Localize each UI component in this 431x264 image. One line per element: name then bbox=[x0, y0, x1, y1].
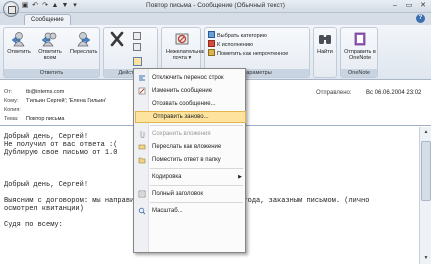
title-bar: ▣ ↶ ↷ ▲ ▼ ▾ Повтор письма - Сообщение (О… bbox=[0, 0, 431, 17]
send-to-onenote-button[interactable]: Отправить в OneNote bbox=[344, 31, 376, 61]
cc-label: Копия: bbox=[4, 107, 21, 113]
reply-icon bbox=[11, 32, 25, 47]
delete-button[interactable] bbox=[106, 31, 128, 49]
menu-item-edit-message[interactable]: Изменить сообщение bbox=[135, 85, 246, 97]
envelope-icon bbox=[208, 49, 215, 56]
group-onenote-label: OneNote bbox=[341, 69, 377, 77]
group-respond: Ответить Ответить всем Переслать Ответит… bbox=[3, 27, 100, 78]
reply-button[interactable]: Ответить bbox=[6, 31, 32, 55]
forward-button[interactable]: Переслать bbox=[70, 31, 97, 55]
subject-label: Тема: bbox=[4, 116, 19, 122]
sent-value: Вс 06.06.2004 23:02 bbox=[366, 90, 422, 96]
folder-icon bbox=[138, 157, 146, 164]
from-label: От: bbox=[4, 89, 13, 95]
reply-all-icon bbox=[42, 32, 57, 47]
office-button[interactable] bbox=[3, 1, 19, 17]
menu-item-encoding[interactable]: Кодировка ▶ bbox=[135, 171, 246, 183]
group-respond-label: Ответить bbox=[4, 69, 99, 77]
junk-mail-icon bbox=[175, 33, 189, 45]
forward-icon bbox=[77, 32, 91, 47]
scroll-up-icon[interactable]: ▲ bbox=[421, 128, 431, 137]
maximize-button[interactable]: ▭ bbox=[403, 1, 415, 11]
menu-item-save-attachments: Сохранить вложения bbox=[135, 128, 246, 140]
word-wrap-icon bbox=[139, 75, 145, 81]
header-icon bbox=[138, 190, 146, 198]
menu-item-full-header[interactable]: Полный заголовок bbox=[135, 188, 246, 200]
group-find: Найти bbox=[313, 27, 337, 78]
ribbon-tab-row: Сообщение ? bbox=[0, 13, 431, 25]
menu-item-resend[interactable]: Отправить заново... bbox=[135, 111, 246, 123]
scroll-thumb[interactable] bbox=[421, 141, 431, 201]
menu-item-reply-folder[interactable]: Поместить ответ в папку bbox=[135, 154, 246, 166]
paperclip-icon bbox=[140, 131, 145, 138]
junk-dropdown-arrow: ▾ bbox=[188, 55, 192, 61]
scroll-down-icon[interactable]: ▼ bbox=[421, 254, 431, 263]
flag-icon bbox=[208, 40, 215, 47]
group-onenote: Отправить в OneNote OneNote bbox=[340, 27, 378, 78]
other-actions-button[interactable] bbox=[133, 57, 142, 66]
other-actions-menu: Отключить перенос строк Изменить сообщен… bbox=[133, 68, 246, 253]
find-button[interactable]: Найти bbox=[314, 31, 336, 55]
menu-item-zoom[interactable]: Масштаб... bbox=[135, 205, 246, 217]
menu-separator bbox=[150, 185, 243, 186]
categorize-icon bbox=[208, 31, 215, 38]
binoculars-icon bbox=[319, 35, 331, 44]
submenu-arrow-icon: ▶ bbox=[238, 174, 242, 180]
minimize-button[interactable]: – bbox=[389, 1, 401, 11]
tab-message[interactable]: Сообщение bbox=[24, 14, 71, 25]
reply-all-button[interactable]: Ответить всем bbox=[37, 31, 63, 61]
from-value[interactable]: tb@intems.com bbox=[26, 89, 64, 95]
delete-icon bbox=[110, 31, 124, 47]
menu-separator bbox=[150, 125, 243, 126]
rules-icon[interactable] bbox=[133, 43, 141, 51]
sent-label: Отправлено: bbox=[316, 90, 352, 96]
window-title: Повтор письма - Сообщение (Обычный текст… bbox=[146, 2, 285, 9]
mark-unread-button[interactable]: Пометить как непрочтенное bbox=[208, 49, 288, 58]
vertical-scrollbar[interactable]: ▲ ▼ bbox=[419, 127, 431, 264]
menu-item-recall-message[interactable]: Отозвать сообщение... bbox=[135, 98, 246, 110]
categorize-button[interactable]: Выбрать категорию bbox=[208, 31, 267, 40]
zoom-icon bbox=[138, 207, 146, 215]
junk-mail-button[interactable]: Нежелательная почта ▾ bbox=[166, 31, 206, 61]
menu-separator bbox=[150, 202, 243, 203]
to-label: Кому: bbox=[4, 98, 19, 104]
menu-item-word-wrap[interactable]: Отключить перенос строк bbox=[135, 72, 246, 84]
onenote-icon bbox=[354, 32, 366, 46]
to-value[interactable]: 'Гильин Сергей'; 'Елена Гильин' bbox=[26, 98, 106, 104]
menu-separator bbox=[150, 168, 243, 169]
window-controls: – ▭ ✕ bbox=[389, 1, 429, 11]
follow-up-button[interactable]: К исполнению bbox=[208, 40, 253, 49]
edit-icon bbox=[138, 87, 146, 95]
menu-item-forward-as-attachment[interactable]: Переслать как вложение bbox=[135, 141, 246, 153]
close-button[interactable]: ✕ bbox=[417, 1, 429, 11]
move-icon[interactable] bbox=[133, 32, 141, 40]
help-icon[interactable]: ? bbox=[416, 14, 425, 23]
subject-value: Повтор письма bbox=[26, 116, 65, 122]
forward-attachment-icon bbox=[138, 144, 146, 150]
